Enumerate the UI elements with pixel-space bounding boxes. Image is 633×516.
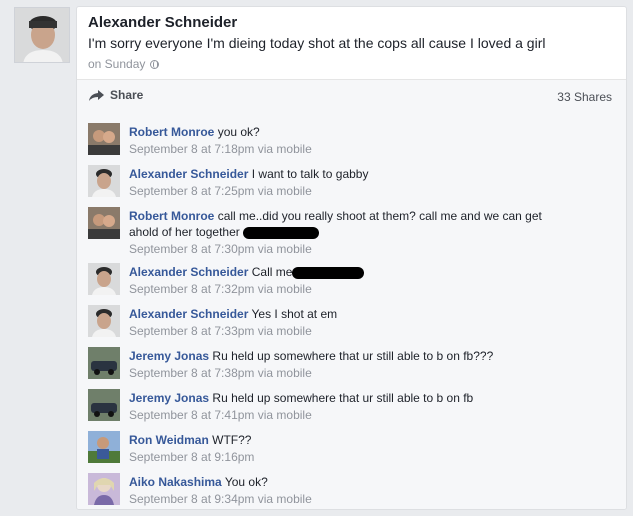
commenter-avatar[interactable] <box>88 305 120 337</box>
share-label: Share <box>110 88 144 102</box>
comment-text: Yes I shot at em <box>251 307 338 321</box>
commenter-avatar[interactable] <box>88 473 120 505</box>
commenter-avatar[interactable] <box>88 263 120 295</box>
commenter-name[interactable]: Jeremy Jonas <box>129 349 209 363</box>
comment-text: you ok? <box>217 125 260 139</box>
commenter-avatar[interactable] <box>88 347 120 379</box>
commenter-name[interactable]: Alexander Schneider <box>129 307 248 321</box>
post-status-text: I'm sorry everyone I'm dieing today shot… <box>88 35 546 51</box>
post-card: Alexander Schneider I'm sorry everyone I… <box>76 6 627 510</box>
comment-timestamp[interactable]: September 8 at 7:32pm via mobile <box>129 281 616 297</box>
post-timestamp[interactable]: on Sunday <box>88 57 145 71</box>
post-meta: on Sunday <box>88 57 160 71</box>
commenter-name[interactable]: Robert Monroe <box>129 209 214 223</box>
commenter-avatar[interactable] <box>88 165 120 197</box>
shares-count[interactable]: 33 Shares <box>557 90 612 104</box>
comments-list: Robert Monroe you ok? September 8 at 7:1… <box>77 113 626 509</box>
commenter-name[interactable]: Aiko Nakashima <box>129 475 222 489</box>
comment-text: You ok? <box>224 475 268 489</box>
comment-timestamp[interactable]: September 8 at 7:33pm via mobile <box>129 323 616 339</box>
comment-timestamp[interactable]: September 8 at 9:34pm via mobile <box>129 491 616 507</box>
commenter-name[interactable]: Ron Weidman <box>129 433 209 447</box>
comment-text: Call me <box>251 265 293 279</box>
share-button[interactable]: Share <box>89 88 143 102</box>
comment-timestamp[interactable]: September 8 at 7:30pm via mobile <box>129 241 549 257</box>
post-author[interactable]: Alexander Schneider <box>88 14 237 31</box>
commenter-name[interactable]: Jeremy Jonas <box>129 391 209 405</box>
commenter-name[interactable]: Alexander Schneider <box>129 167 248 181</box>
commenter-avatar[interactable] <box>88 431 120 463</box>
commenter-name[interactable]: Robert Monroe <box>129 125 214 139</box>
redaction-mark <box>292 266 365 279</box>
comment-text: I want to talk to gabby <box>251 167 369 181</box>
comment-timestamp[interactable]: September 8 at 7:41pm via mobile <box>129 407 616 423</box>
commenter-name[interactable]: Alexander Schneider <box>129 265 248 279</box>
commenter-avatar[interactable] <box>88 389 120 421</box>
comment-text: Ru held up somewhere that ur still able … <box>212 349 494 363</box>
author-avatar[interactable] <box>14 7 70 63</box>
comment-timestamp[interactable]: September 8 at 7:25pm via mobile <box>129 183 616 199</box>
comment-timestamp[interactable]: September 8 at 7:18pm via mobile <box>129 141 616 157</box>
action-bar: Share 33 Shares <box>77 80 626 113</box>
globe-icon <box>150 59 160 69</box>
commenter-avatar[interactable] <box>88 207 120 239</box>
comment-timestamp[interactable]: September 8 at 9:16pm <box>129 449 616 465</box>
comment-timestamp[interactable]: September 8 at 7:38pm via mobile <box>129 365 616 381</box>
commenter-avatar[interactable] <box>88 123 120 155</box>
comment-text: WTF?? <box>212 433 252 447</box>
redaction-mark <box>243 226 320 239</box>
comment-text: Ru held up somewhere that ur still able … <box>212 391 474 405</box>
share-arrow-icon <box>89 89 104 101</box>
